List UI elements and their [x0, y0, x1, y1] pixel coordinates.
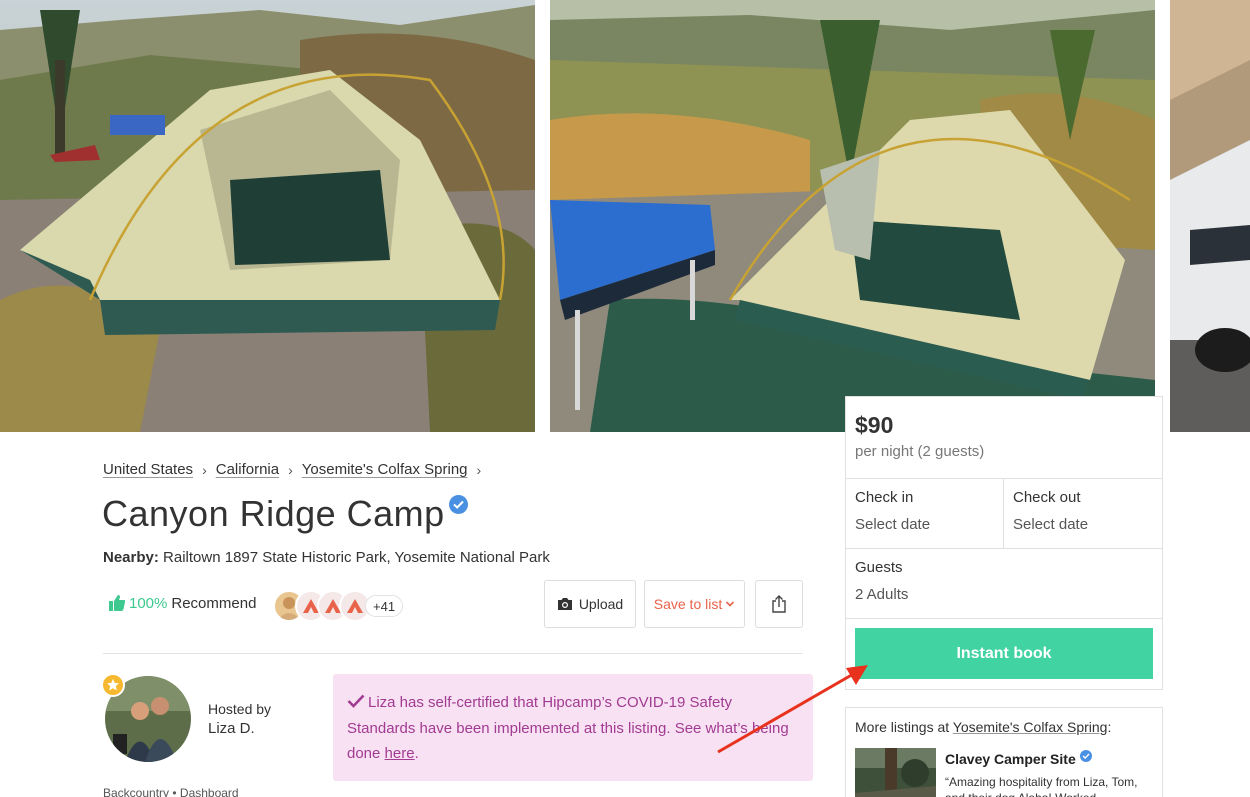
star-badge-icon [101, 673, 125, 697]
chevron-right-icon: › [202, 461, 207, 478]
breadcrumb-country[interactable]: United States [103, 461, 193, 478]
check-in-label: Check in [855, 489, 914, 506]
host-name[interactable]: Liza D. [208, 720, 255, 737]
chevron-right-icon: › [476, 461, 482, 478]
check-in-field[interactable]: Check in Select date [846, 478, 1003, 548]
recommend-stat: 100% Recommend [108, 594, 256, 612]
upload-button[interactable]: Upload [544, 580, 636, 628]
guests-label: Guests [855, 559, 903, 576]
guests-field[interactable]: Guests 2 Adults [846, 548, 1162, 618]
upload-label: Upload [578, 596, 624, 612]
more-reviewers-count[interactable]: +41 [365, 595, 404, 617]
breadcrumb: United States › California › Yosemite's … [103, 461, 490, 478]
listing-title: Canyon Ridge Camp [102, 493, 445, 534]
guests-value: 2 Adults [855, 586, 909, 603]
thumbs-up-icon [109, 595, 126, 611]
footer-breadcrumb[interactable]: Backcountry • Dashboard [103, 786, 239, 797]
camera-icon [557, 598, 572, 610]
covid-here-link[interactable]: here [385, 745, 415, 762]
covid-safety-notice: Liza has self-certified that Hipcamp’s C… [333, 674, 813, 781]
recommend-percent: 100% [129, 594, 168, 612]
checkmark-icon [347, 694, 365, 708]
more-listings-region-link[interactable]: Yosemite's Colfax Spring [953, 719, 1108, 735]
listing-review-quote: “Amazing hospitality from Liza, Tom, and… [945, 775, 1138, 797]
price-unit: per night (2 guests) [855, 443, 985, 460]
gallery-photo-2[interactable] [550, 0, 1155, 432]
nearby-value: Railtown 1897 State Historic Park, Yosem… [163, 549, 550, 566]
more-listings-suffix: : [1107, 719, 1112, 735]
chevron-down-icon [726, 601, 735, 607]
save-label: Save to list [653, 596, 723, 612]
verified-badge-icon [1079, 750, 1092, 762]
check-in-value: Select date [855, 516, 931, 533]
recommend-label: Recommend [171, 594, 257, 612]
gallery-photo-3[interactable] [1170, 0, 1250, 432]
verified-badge-icon [448, 495, 468, 514]
listing-thumbnail[interactable] [855, 748, 936, 797]
breadcrumb-state[interactable]: California [216, 461, 279, 478]
more-listings-card: More listings at Yosemite's Colfax Sprin… [845, 707, 1163, 797]
breadcrumb-region[interactable]: Yosemite's Colfax Spring [302, 461, 468, 478]
booking-divider [846, 618, 1162, 619]
check-out-label: Check out [1013, 489, 1081, 506]
section-divider [103, 653, 803, 654]
hosted-by-label: Hosted by [208, 701, 272, 717]
nearby-label: Nearby: [103, 549, 159, 566]
covid-period: . [414, 745, 419, 762]
gallery-photo-1[interactable] [0, 0, 535, 432]
booking-card: $90 per night (2 guests) Check in Select… [845, 396, 1163, 690]
more-listings-title: More listings at Yosemite's Colfax Sprin… [855, 719, 1111, 735]
page-title: Canyon Ridge Camp [102, 493, 468, 535]
listing-name[interactable]: Clavey Camper Site [945, 750, 1092, 767]
share-button[interactable] [755, 580, 803, 628]
share-icon [772, 595, 786, 613]
instant-book-button[interactable]: Instant book [855, 628, 1153, 679]
listing-name-text: Clavey Camper Site [945, 751, 1076, 767]
check-out-value: Select date [1013, 516, 1089, 533]
more-listings-prefix: More listings at [855, 719, 953, 735]
check-out-field[interactable]: Check out Select date [1004, 478, 1162, 548]
price: $90 [855, 412, 894, 438]
nearby-info: Nearby: Railtown 1897 State Historic Par… [103, 549, 550, 566]
save-to-list-button[interactable]: Save to list [644, 580, 745, 628]
chevron-right-icon: › [288, 461, 293, 478]
reviewer-avatars[interactable]: +41 [273, 590, 404, 622]
